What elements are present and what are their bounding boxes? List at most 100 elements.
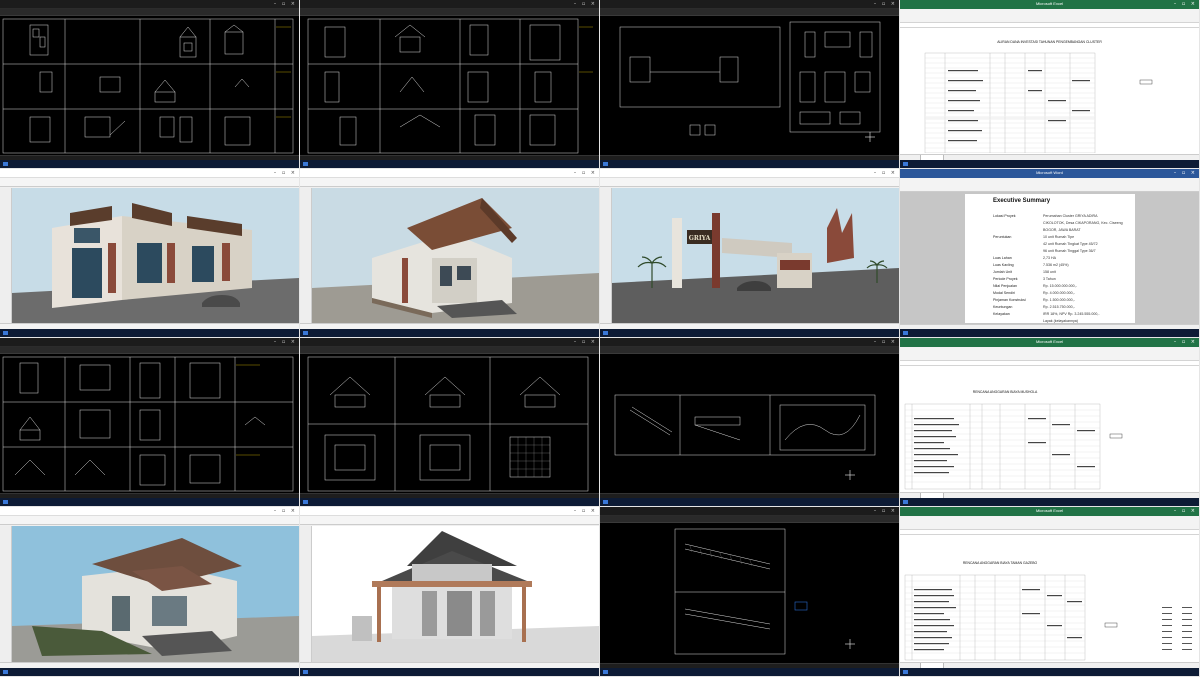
summary-row: Pinjaman Konstruksi Rp. 1.500.000.000,- [993,298,1075,302]
3d-model-viewport[interactable] [312,526,599,662]
tool-palette[interactable] [300,188,312,324]
toolbar[interactable] [0,516,299,525]
window-controls[interactable]: – ▫ × [874,508,897,514]
ribbon[interactable] [0,347,299,354]
window-controls[interactable]: – ▫ × [574,339,597,345]
3d-model-viewport[interactable] [12,188,299,323]
window-controls[interactable]: – ▫ × [574,170,597,176]
ribbon[interactable] [300,347,599,354]
cad-window-1[interactable]: – ▫ × [0,0,299,168]
sketchup-window-3[interactable]: – ▫ × GRIYA [600,169,899,337]
cad-drawing-canvas[interactable] [0,355,299,493]
tool-palette[interactable] [0,526,12,663]
start-icon[interactable] [603,500,608,504]
window-controls[interactable]: – ▫ × [574,508,597,514]
excel-window-1[interactable]: Microsoft Excel – ▫ × ALIRAN DANA INVESTA… [900,0,1199,168]
start-icon[interactable] [903,162,908,166]
cad-drawing-canvas[interactable] [300,17,599,155]
summary-label: Pinjaman Konstruksi [993,298,1026,302]
window-controls[interactable]: – ▫ × [874,339,897,345]
window-controls[interactable]: – ▫ × [274,170,297,176]
sketchup-window-2[interactable]: – ▫ × [300,169,599,337]
3d-model-viewport[interactable] [12,526,299,662]
start-icon[interactable] [3,331,8,335]
spreadsheet-grid[interactable]: RENCANA ANGGARAN BIAYA MUSHOLA [900,366,1199,492]
toolbar[interactable] [300,516,599,525]
window-controls[interactable]: – ▫ × [1174,1,1197,7]
cad-window-2[interactable]: – ▫ × [300,0,599,168]
window-controls[interactable]: – ▫ × [274,339,297,345]
start-icon[interactable] [303,670,308,674]
cad-drawing-canvas[interactable] [0,17,299,155]
document-page[interactable]: Executive Summary Lokasi Proyek Perumahan… [965,194,1135,323]
start-icon[interactable] [3,500,8,504]
townhouse-model [12,188,299,323]
document-heading: Executive Summary [993,198,1051,204]
window-controls[interactable]: – ▫ × [274,508,297,514]
word-window[interactable]: Microsoft Word – ▫ × Executive Summary Lo… [900,169,1199,337]
cad-drawing-canvas[interactable] [600,17,899,155]
ribbon[interactable] [600,9,899,16]
cad-window-7[interactable]: – ▫ × [600,507,899,676]
toolbar[interactable] [600,178,899,187]
3d-model-viewport[interactable] [312,188,599,323]
summary-row: Layak (kelayakannya) [993,319,1078,323]
start-icon[interactable] [3,670,8,674]
ribbon[interactable] [300,9,599,16]
summary-row: Nilai Penjualan Rp. 15.000.000.000,- [993,284,1077,288]
start-icon[interactable] [3,162,8,166]
excel-window-3[interactable]: Microsoft Excel – ▫ × RENCANA ANGGARAN BI… [900,507,1199,676]
cad-window-4[interactable]: – ▫ × [0,338,299,506]
start-icon[interactable] [603,331,608,335]
ribbon[interactable] [600,516,899,523]
cad-window-3[interactable]: – ▫ × [600,0,899,168]
tool-palette[interactable] [0,188,12,324]
start-icon[interactable] [303,500,308,504]
start-icon[interactable] [303,162,308,166]
start-icon[interactable] [603,162,608,166]
ribbon[interactable] [900,347,1199,361]
toolbar[interactable] [300,178,599,187]
ribbon[interactable] [900,9,1199,23]
ribbon[interactable] [600,347,899,354]
summary-label: Modal Sendiri [993,291,1015,295]
excel-window-2[interactable]: Microsoft Excel – ▫ × RENCANA ANGGARAN BI… [900,338,1199,506]
summary-value: 10 unit Rumah Tipe [1043,235,1075,239]
3d-model-viewport[interactable]: GRIYA [612,188,899,323]
start-icon[interactable] [903,670,908,674]
start-icon[interactable] [903,500,908,504]
cad-drawing-canvas[interactable] [300,355,599,493]
window-controls[interactable]: – ▫ × [574,1,597,7]
title-bar: – ▫ × [600,507,899,516]
window-controls[interactable]: – ▫ × [274,1,297,7]
summary-row: Jumlah Unit 158 unit [993,270,1056,274]
tool-palette[interactable] [600,188,612,324]
window-controls[interactable]: – ▫ × [1174,508,1197,514]
cad-window-6[interactable]: – ▫ × [600,338,899,506]
window-controls[interactable]: – ▫ × [1174,339,1197,345]
toolbar[interactable] [0,178,299,187]
cad-window-5[interactable]: – ▫ × [300,338,599,506]
signboard-text: GRIYA [689,235,711,242]
sketchup-window-1[interactable]: – ▫ × [0,169,299,337]
sketchup-window-5[interactable]: – ▫ × [300,507,599,676]
tool-palette[interactable] [300,526,312,663]
title-bar: – ▫ × [0,507,299,516]
sketchup-window-4[interactable]: – ▫ × [0,507,299,676]
cad-drawing-canvas[interactable] [600,355,899,493]
summary-row: Lokasi Proyek Perumahan Cluster GRIYA ADI… [993,214,1097,218]
start-icon[interactable] [603,670,608,674]
ribbon[interactable] [900,178,1199,192]
window-controls[interactable]: – ▫ × [874,1,897,7]
spreadsheet-grid[interactable]: RENCANA ANGGARAN BIAYA TAMAN GAZEBO [900,535,1199,662]
taskbar [600,160,899,168]
start-icon[interactable] [903,331,908,335]
window-controls[interactable]: – ▫ × [874,170,897,176]
ribbon[interactable] [0,9,299,16]
cad-drawing-canvas[interactable] [600,524,899,663]
taskbar [900,160,1199,168]
window-controls[interactable]: – ▫ × [1174,170,1197,176]
start-icon[interactable] [303,331,308,335]
ribbon[interactable] [900,516,1199,530]
spreadsheet-grid[interactable]: ALIRAN DANA INVESTASI TAHUNAN PENGEMBANG… [900,28,1199,154]
